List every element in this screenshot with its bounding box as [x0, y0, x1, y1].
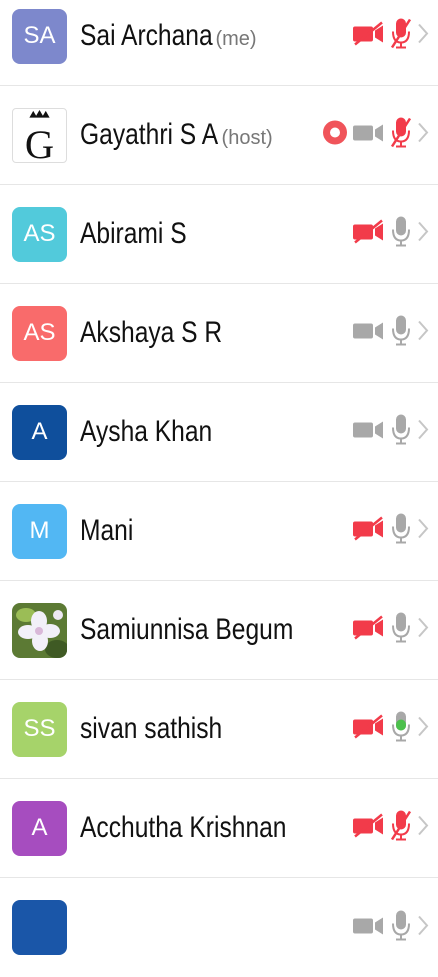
microphone-icon [390, 611, 412, 650]
participant-row[interactable]: A Acchutha Krishnan [0, 779, 438, 878]
avatar [12, 900, 67, 955]
avatar: AS [12, 305, 67, 361]
participant-name: Samiunnisa Begum [80, 613, 340, 647]
chevron-right-icon[interactable] [416, 714, 430, 745]
avatar: AS [12, 206, 67, 262]
participant-name-text: Abirami S [80, 217, 187, 250]
mic-muted-icon [390, 116, 412, 155]
chevron-right-icon[interactable] [416, 219, 430, 250]
participant-status-icons [348, 710, 430, 749]
participant-name: Mani [80, 514, 145, 548]
participant-row[interactable]: G Gayathri S A (host) [0, 86, 438, 185]
video-camera-icon [352, 417, 386, 448]
microphone-icon [390, 413, 412, 452]
participant-name-text: Samiunnisa Begum [80, 613, 294, 646]
avatar-initials: AS [23, 220, 56, 247]
participant-row[interactable]: SA Sai Archana (me) [0, 0, 438, 86]
participant-row[interactable]: AS Abirami S [0, 185, 438, 284]
participant-tag: (host) [221, 127, 273, 149]
participant-status-icons [348, 809, 430, 848]
avatar-initials: AS [23, 319, 56, 346]
participants-list: SA Sai Archana (me) G Gayathri S A (host) AS Ab… [0, 0, 438, 977]
video-off-icon [352, 714, 386, 745]
participant-name-text: Sai Archana [80, 19, 213, 52]
svg-text:G: G [25, 122, 54, 163]
participant-row[interactable]: A Aysha Khan [0, 383, 438, 482]
participant-status-icons [348, 215, 430, 254]
video-off-icon [352, 21, 386, 52]
chevron-right-icon[interactable] [416, 615, 430, 646]
avatar: G [12, 107, 67, 163]
participant-status-icons [318, 116, 430, 155]
participant-name-text: Gayathri S A [80, 118, 219, 151]
microphone-icon [390, 908, 412, 947]
participant-tag: (me) [215, 28, 257, 50]
avatar-initials: SA [23, 22, 56, 49]
avatar-photo [12, 602, 67, 658]
participant-row[interactable]: Samiunnisa Begum [0, 581, 438, 680]
recording-icon [322, 120, 348, 151]
participant-name: Acchutha Krishnan [80, 811, 332, 845]
avatar-initials: A [31, 418, 48, 445]
chevron-right-icon[interactable] [416, 120, 430, 151]
microphone-icon [390, 215, 412, 254]
participant-name: Sai Archana (me) [80, 19, 257, 53]
avatar-initials: A [31, 814, 48, 841]
participant-name: Aysha Khan [80, 415, 241, 449]
participant-status-icons [348, 413, 430, 452]
participant-row[interactable]: AS Akshaya S R [0, 284, 438, 383]
participant-row[interactable]: SS sivan sathish [0, 680, 438, 779]
avatar: SA [12, 8, 67, 64]
video-off-icon [352, 813, 386, 844]
chevron-right-icon[interactable] [416, 912, 430, 943]
chevron-right-icon[interactable] [416, 21, 430, 52]
mic-muted-icon [390, 17, 412, 56]
participant-name-text: Mani [80, 514, 134, 547]
mic-muted-icon [390, 809, 412, 848]
avatar: A [12, 800, 67, 856]
participant-status-icons [348, 512, 430, 551]
participant-row[interactable]: M Mani [0, 482, 438, 581]
participant-name: Gayathri S A (host) [80, 118, 273, 152]
participant-status-icons [348, 908, 430, 947]
video-camera-icon [352, 318, 386, 349]
participant-status-icons [348, 17, 430, 56]
chevron-right-icon[interactable] [416, 516, 430, 547]
microphone-icon [390, 710, 412, 749]
chevron-right-icon[interactable] [416, 417, 430, 448]
avatar-initials: M [29, 517, 50, 544]
video-off-icon [352, 615, 386, 646]
participant-name: sivan sathish [80, 712, 253, 746]
avatar: A [12, 404, 67, 460]
chevron-right-icon[interactable] [416, 813, 430, 844]
participant-status-icons [348, 611, 430, 650]
avatar: M [12, 503, 67, 559]
participant-name-text: Aysha Khan [80, 415, 213, 448]
chevron-right-icon[interactable] [416, 318, 430, 349]
participant-name: Abirami S [80, 217, 210, 251]
video-camera-icon [352, 120, 386, 151]
video-off-icon [352, 219, 386, 250]
participant-name-text: sivan sathish [80, 712, 223, 745]
avatar-initials: SS [23, 715, 56, 742]
video-off-icon [352, 516, 386, 547]
microphone-icon [390, 314, 412, 353]
microphone-icon [390, 512, 412, 551]
participant-name-text: Akshaya S R [80, 316, 223, 349]
participant-status-icons [348, 314, 430, 353]
video-camera-icon [352, 912, 386, 943]
avatar: SS [12, 701, 67, 757]
participant-name-text: Acchutha Krishnan [80, 811, 287, 844]
participant-name: Akshaya S R [80, 316, 253, 350]
